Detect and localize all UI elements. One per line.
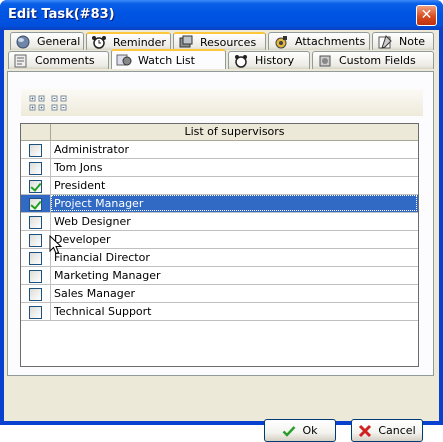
table-row[interactable]: Web Designer: [21, 213, 418, 231]
checkbox-cell: [21, 303, 51, 320]
watch-checkbox[interactable]: [29, 306, 42, 319]
checkbox-column-header[interactable]: [21, 124, 51, 140]
checkbox-cell: [21, 195, 51, 212]
mouse-cursor-icon: [49, 235, 63, 255]
supervisors-grid: List of supervisors Administrator Tom Jon…: [20, 123, 419, 367]
supervisor-name: Project Manager: [54, 197, 144, 210]
table-row[interactable]: Tom Jons: [21, 159, 418, 177]
tab-label: Resources: [200, 35, 257, 49]
tab-note[interactable]: Note: [372, 32, 434, 50]
cancel-x-icon: [359, 424, 372, 437]
alarm-clock-icon: [92, 36, 106, 49]
dialog-client-area: General Reminder Resources Attachments N…: [4, 30, 439, 442]
tab-reminder[interactable]: Reminder: [86, 32, 171, 50]
edit-task-window: Edit Task(#83) ✕ General Reminder Resour…: [0, 0, 443, 442]
grid-toolbar: [21, 89, 423, 116]
table-row[interactable]: Developer: [21, 231, 418, 249]
note-icon: [378, 34, 392, 49]
supervisor-name: Tom Jons: [54, 161, 103, 174]
checkbox-cell: [21, 231, 51, 248]
table-row[interactable]: Sales Manager: [21, 285, 418, 303]
table-row[interactable]: Financial Director: [21, 249, 418, 267]
watch-checkbox[interactable]: [29, 234, 42, 247]
resources-icon: [179, 35, 193, 48]
watch-checkbox[interactable]: [29, 198, 42, 211]
watch-checkbox[interactable]: [29, 216, 42, 229]
cancel-label: Cancel: [378, 424, 416, 437]
watch-checkbox[interactable]: [29, 180, 42, 193]
tab-label: Reminder: [113, 35, 166, 49]
title-bar[interactable]: Edit Task(#83) ✕: [0, 0, 443, 30]
globe-icon: [16, 35, 30, 48]
watch-list-icon: [116, 54, 132, 66]
tab-label: Watch List: [138, 53, 195, 67]
history-icon: [235, 54, 247, 68]
watch-checkbox[interactable]: [29, 288, 42, 301]
table-row[interactable]: Marketing Manager: [21, 267, 418, 285]
tab-resources[interactable]: Resources: [173, 32, 266, 50]
checkbox-cell: [21, 141, 51, 158]
expand-all-icon[interactable]: [29, 95, 45, 111]
custom-fields-icon: [319, 55, 331, 66]
ok-button[interactable]: Ok: [264, 419, 336, 442]
window-title: Edit Task(#83): [8, 7, 115, 22]
watch-checkbox[interactable]: [29, 252, 42, 265]
close-button[interactable]: ✕: [416, 5, 437, 26]
supervisor-name: Technical Support: [54, 305, 152, 318]
tab-history[interactable]: History: [228, 51, 310, 69]
table-row[interactable]: Technical Support: [21, 303, 418, 321]
tab-label: General: [37, 35, 81, 48]
supervisor-name: Web Designer: [54, 215, 131, 228]
checkmark-icon: [283, 425, 296, 437]
tab-label: Custom Fields: [339, 54, 416, 67]
checkbox-cell: [21, 159, 51, 176]
cancel-button[interactable]: Cancel: [351, 419, 423, 442]
supervisor-name: Administrator: [54, 143, 129, 156]
supervisor-name: Marketing Manager: [54, 269, 161, 282]
watch-checkbox[interactable]: [29, 144, 42, 157]
comments-icon: [14, 54, 27, 67]
watch-checkbox[interactable]: [29, 162, 42, 175]
collapse-all-icon[interactable]: [51, 95, 67, 111]
attachment-icon: [275, 35, 287, 48]
table-row[interactable]: President: [21, 177, 418, 195]
supervisor-name: Financial Director: [54, 251, 150, 264]
supervisors-column-header[interactable]: List of supervisors: [51, 124, 418, 140]
checkbox-cell: [21, 267, 51, 284]
checkbox-cell: [21, 213, 51, 230]
tab-custom-fields[interactable]: Custom Fields: [312, 51, 434, 69]
supervisor-name: Sales Manager: [54, 287, 135, 300]
tab-general[interactable]: General: [10, 32, 84, 50]
tab-label: History: [255, 54, 295, 67]
tab-label: Comments: [35, 54, 95, 67]
ok-label: Ok: [302, 424, 318, 437]
tab-watch-list[interactable]: Watch List: [111, 49, 226, 69]
tab-comments[interactable]: Comments: [8, 51, 109, 69]
watch-checkbox[interactable]: [29, 270, 42, 283]
checkbox-cell: [21, 249, 51, 266]
grid-header: List of supervisors: [21, 124, 418, 141]
supervisor-name: President: [54, 179, 106, 192]
table-row[interactable]: Project Manager: [21, 195, 418, 213]
checkbox-cell: [21, 285, 51, 302]
tab-attachments[interactable]: Attachments: [268, 32, 370, 50]
tab-label: Attachments: [295, 35, 366, 48]
table-row[interactable]: Administrator: [21, 141, 418, 159]
tab-label: Note: [399, 35, 426, 48]
checkbox-cell: [21, 177, 51, 194]
